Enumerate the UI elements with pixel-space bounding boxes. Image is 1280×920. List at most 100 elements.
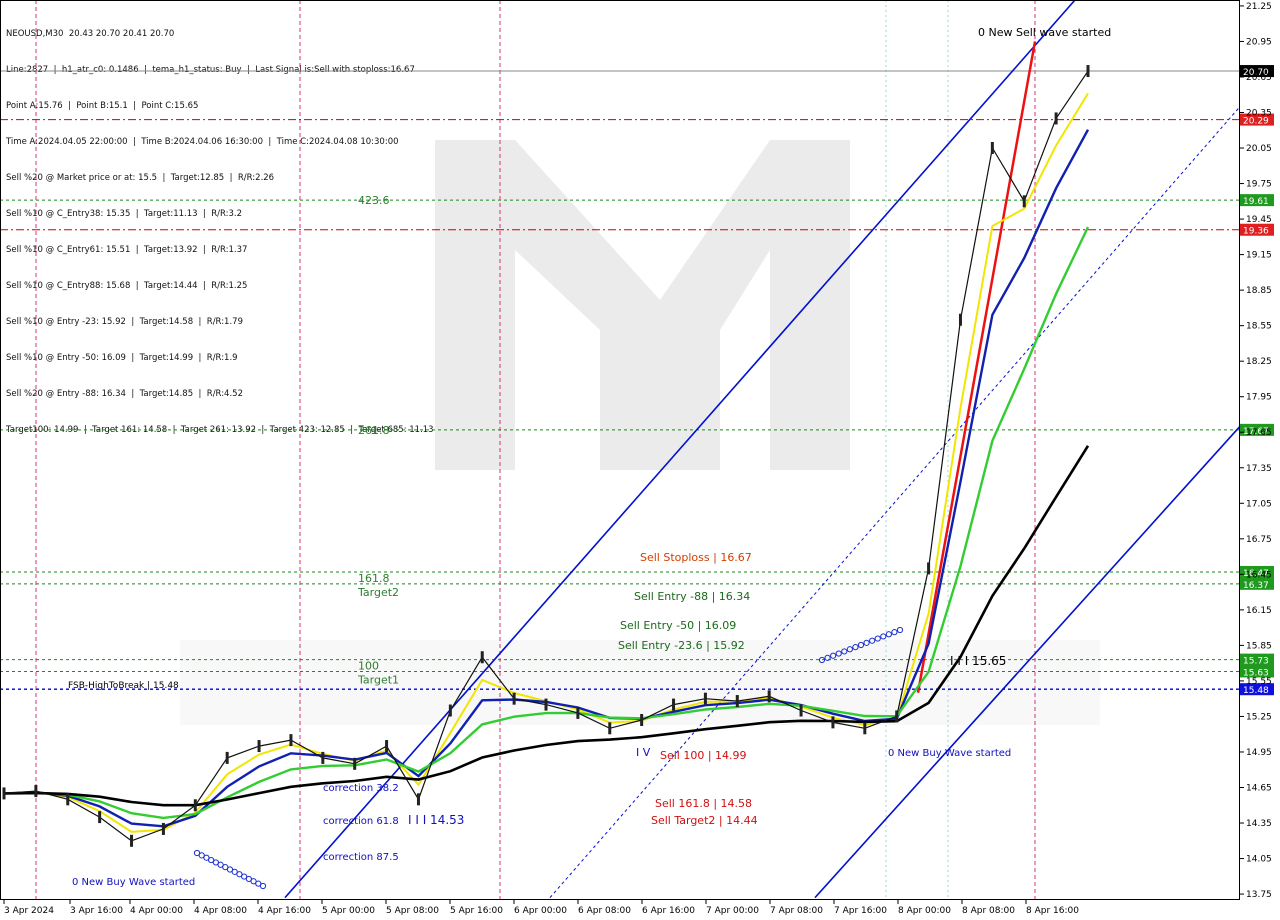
y-tick-label: 16.45 bbox=[1246, 570, 1272, 580]
price-bar bbox=[480, 651, 484, 664]
level-price-label: 19.61 bbox=[1243, 197, 1269, 207]
y-tick-label: 14.05 bbox=[1246, 855, 1272, 865]
level-price-label: 15.73 bbox=[1243, 657, 1269, 667]
fib-level-label: 423.6 bbox=[358, 194, 390, 207]
price-bar bbox=[193, 799, 197, 812]
y-tick-label: 15.85 bbox=[1246, 641, 1272, 651]
price-bar bbox=[576, 706, 580, 719]
x-tick-label: 7 Apr 00:00 bbox=[706, 906, 759, 916]
ma-green bbox=[3, 226, 1090, 820]
watermark-logo bbox=[180, 140, 1100, 725]
price-bar bbox=[34, 785, 38, 798]
price-bar bbox=[544, 698, 548, 711]
y-tick-label: 16.15 bbox=[1246, 606, 1272, 616]
x-tick-label: 6 Apr 00:00 bbox=[514, 906, 567, 916]
chart-annotation: correction 87.5 bbox=[323, 852, 399, 863]
y-tick-label: 19.15 bbox=[1246, 251, 1272, 261]
chart-annotation: Sell Stoploss | 16.67 bbox=[640, 551, 752, 564]
x-tick-label: 8 Apr 08:00 bbox=[962, 906, 1015, 916]
fib-level-label: 100 bbox=[358, 660, 379, 673]
price-bar bbox=[1022, 195, 1026, 208]
price-bar bbox=[448, 704, 452, 717]
y-tick-label: 17.35 bbox=[1246, 464, 1272, 474]
y-tick-label: 20.65 bbox=[1246, 73, 1272, 83]
y-tick-label: 16.75 bbox=[1246, 535, 1272, 545]
price-bar bbox=[895, 710, 899, 723]
chart-grid bbox=[35, 0, 1036, 900]
fib-level-label: 261.8 bbox=[358, 424, 390, 437]
level-price-label: 15.48 bbox=[1243, 686, 1269, 696]
y-tick-label: 20.35 bbox=[1246, 109, 1272, 119]
wave-marker bbox=[891, 629, 898, 636]
chart-annotations: 423.6 261.8 161.8Target2 100Target1 0 New Se… bbox=[68, 26, 1111, 890]
y-tick-label: 18.25 bbox=[1246, 357, 1272, 367]
chart-annotation: I I I 15.65 bbox=[950, 654, 1006, 668]
price-bar bbox=[512, 692, 516, 705]
wave-marker bbox=[896, 626, 904, 634]
y-tick-label: 18.55 bbox=[1246, 322, 1272, 332]
x-tick-label: 8 Apr 16:00 bbox=[1026, 906, 1079, 916]
price-chart[interactable]: 20.7020.2919.6119.3617.6716.4716.3715.73… bbox=[0, 0, 1280, 920]
x-tick-label: 8 Apr 00:00 bbox=[898, 906, 951, 916]
price-bar bbox=[640, 714, 644, 726]
y-tick-label: 18.85 bbox=[1246, 286, 1272, 296]
price-bar bbox=[1054, 112, 1058, 125]
y-tick-label: 19.45 bbox=[1246, 215, 1272, 225]
price-bar bbox=[257, 740, 261, 753]
chart-annotation: Sell 161.8 | 14.58 bbox=[655, 797, 752, 810]
price-bar bbox=[1086, 65, 1090, 78]
price-bar bbox=[98, 811, 102, 824]
chart-annotation: Sell Entry -50 | 16.09 bbox=[620, 619, 736, 632]
chart-annotation: Sell Target2 | 14.44 bbox=[651, 814, 758, 827]
x-tick-label: 7 Apr 16:00 bbox=[834, 906, 887, 916]
price-bar bbox=[831, 716, 835, 729]
y-tick-label: 17.05 bbox=[1246, 499, 1272, 509]
chart-annotation: correction 61.8 bbox=[323, 816, 399, 827]
x-tick-label: 4 Apr 16:00 bbox=[258, 906, 311, 916]
chart-annotation: FSB-HighToBreak | 15.48 bbox=[68, 681, 179, 691]
x-tick-label: 5 Apr 00:00 bbox=[322, 906, 375, 916]
x-tick-label: 6 Apr 08:00 bbox=[578, 906, 631, 916]
y-tick-label: 14.65 bbox=[1246, 784, 1272, 794]
price-bar bbox=[608, 722, 612, 735]
price-bar bbox=[2, 787, 6, 800]
x-tick-label: 5 Apr 16:00 bbox=[450, 906, 503, 916]
price-bar bbox=[863, 722, 867, 735]
price-bar bbox=[161, 822, 165, 835]
y-tick-label: 17.65 bbox=[1246, 428, 1272, 438]
x-tick-label: 4 Apr 08:00 bbox=[194, 906, 247, 916]
x-tick-label: 5 Apr 08:00 bbox=[386, 906, 439, 916]
wave-marker bbox=[885, 631, 892, 638]
price-bar bbox=[927, 562, 931, 575]
price-bar bbox=[767, 690, 771, 703]
chart-annotation: I I I 14.53 bbox=[408, 813, 464, 827]
y-tick-label: 14.95 bbox=[1246, 748, 1272, 758]
price-bar bbox=[130, 834, 134, 847]
chart-annotation: 0 New Buy Wave started bbox=[888, 748, 1011, 759]
price-bar bbox=[289, 734, 293, 747]
wave-marker bbox=[259, 882, 267, 890]
y-tick-label: 14.35 bbox=[1246, 819, 1272, 829]
price-bar bbox=[66, 793, 70, 806]
trend-channel-line bbox=[916, 41, 1037, 693]
trend-channel-line bbox=[284, 0, 1076, 899]
x-tick-label: 4 Apr 00:00 bbox=[130, 906, 183, 916]
fib-level-label: Target1 bbox=[357, 674, 399, 687]
chart-annotation: Sell Entry -88 | 16.34 bbox=[634, 590, 750, 603]
wave-marker bbox=[880, 633, 887, 640]
y-tick-label: 20.05 bbox=[1246, 144, 1272, 154]
price-bar bbox=[672, 698, 676, 711]
x-tick-label: 7 Apr 08:00 bbox=[770, 906, 823, 916]
price-bar bbox=[958, 313, 962, 326]
chart-annotation: 0 New Sell wave started bbox=[978, 26, 1111, 39]
price-bar bbox=[799, 704, 803, 717]
price-bar bbox=[735, 695, 739, 708]
level-price-label: 16.37 bbox=[1243, 581, 1269, 591]
x-tick-label: 3 Apr 2024 bbox=[4, 906, 54, 916]
level-price-label: 19.36 bbox=[1243, 227, 1269, 237]
price-bar bbox=[225, 751, 229, 764]
fib-level-label: 161.8 bbox=[358, 572, 390, 585]
chart-annotation: 0 New Buy Wave started bbox=[72, 877, 195, 888]
y-tick-label: 15.25 bbox=[1246, 712, 1272, 722]
chart-annotation: correction 38.2 bbox=[323, 783, 399, 794]
